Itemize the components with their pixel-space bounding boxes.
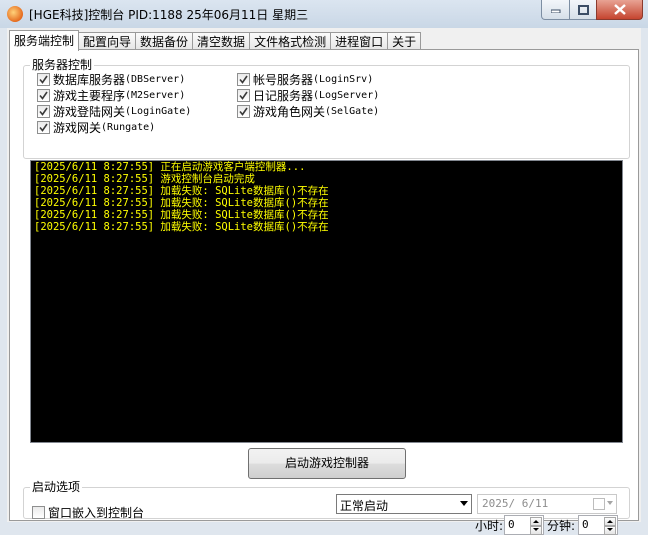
- checkbox-embed-window[interactable]: 窗口嵌入到控制台: [32, 505, 145, 520]
- checkbox-label: 日记服务器: [253, 88, 314, 103]
- checkmark-icon: [239, 91, 248, 100]
- hour-value: 0: [508, 518, 515, 531]
- checkbox-loginsrv[interactable]: 帐号服务器 (LoginSrv): [237, 72, 374, 87]
- checkmark-icon: [39, 91, 48, 100]
- stepper-buttons: [530, 517, 542, 535]
- log-line: [2025/6/11 8:27:55] 加载失败: SQLite数据库()不存在: [34, 209, 329, 221]
- tab-strip: 服务端控制 配置向导 数据备份 清空数据 文件格式检测 进程窗口 关于: [9, 30, 422, 51]
- window-title: [HGE科技]控制台 PID:1188 25年06月11日 星期三: [29, 8, 309, 22]
- checkbox-label: 游戏登陆网关: [53, 104, 126, 119]
- tab-server-control[interactable]: 服务端控制: [9, 30, 80, 51]
- checkmark-icon: [39, 123, 48, 132]
- checkmark-icon: [239, 75, 248, 84]
- log-line: [2025/6/11 8:27:55] 加载失败: SQLite数据库()不存在: [34, 221, 329, 233]
- checkbox-sublabel: (LoginGate): [125, 105, 192, 117]
- stepper-up-icon[interactable]: [530, 517, 542, 526]
- checkbox-sublabel: (LogServer): [313, 89, 380, 101]
- start-mode-select[interactable]: 正常启动: [336, 494, 472, 514]
- client-area: 服务端控制 配置向导 数据备份 清空数据 文件格式检测 进程窗口 关于 服务器控…: [7, 28, 641, 535]
- checkbox-box[interactable]: [37, 104, 50, 118]
- checkbox-box[interactable]: [32, 505, 45, 519]
- start-options-group-title: 启动选项: [30, 480, 83, 494]
- checkbox-sublabel: (Rungate): [101, 121, 156, 133]
- checkbox-rungate[interactable]: 游戏网关 (Rungate): [37, 120, 156, 135]
- app-icon: [7, 6, 23, 22]
- checkbox-label: 游戏主要程序: [53, 88, 126, 103]
- stepper-up-icon[interactable]: [604, 517, 616, 526]
- start-mode-value: 正常启动: [340, 499, 389, 513]
- checkbox-sublabel: (LoginSrv): [313, 73, 374, 85]
- close-icon: [613, 4, 626, 15]
- stepper-buttons: [604, 517, 616, 535]
- minute-label: 分钟:: [547, 519, 576, 533]
- checkbox-label: 游戏角色网关: [253, 104, 326, 119]
- stepper-down-icon[interactable]: [530, 526, 542, 535]
- maximize-icon: [577, 4, 589, 15]
- checkbox-sublabel: (DBServer): [125, 73, 186, 85]
- checkbox-logingate[interactable]: 游戏登陆网关 (LoginGate): [37, 104, 192, 119]
- log-line: [2025/6/11 8:27:55] 加载失败: SQLite数据库()不存在: [34, 185, 329, 197]
- close-button[interactable]: [596, 0, 643, 20]
- checkbox-m2server[interactable]: 游戏主要程序 (M2Server): [37, 88, 186, 103]
- checkbox-sublabel: (M2Server): [125, 89, 186, 101]
- checkbox-box[interactable]: [37, 88, 50, 102]
- checkbox-box[interactable]: [237, 104, 250, 118]
- checkbox-box[interactable]: [37, 120, 50, 134]
- hour-stepper[interactable]: 0: [504, 515, 544, 535]
- log-line: [2025/6/11 8:27:55] 加载失败: SQLite数据库()不存在: [34, 197, 329, 209]
- minute-value: 0: [582, 518, 589, 531]
- log-line: [2025/6/11 8:27:55] 正在启动游戏客户端控制器...: [34, 161, 306, 173]
- checkbox-label: 窗口嵌入到控制台: [48, 505, 145, 520]
- chevron-down-icon: [460, 501, 468, 506]
- date-checkbox[interactable]: [593, 498, 605, 510]
- minute-stepper[interactable]: 0: [578, 515, 618, 535]
- log-output[interactable]: [2025/6/11 8:27:55] 正在启动游戏客户端控制器... [202…: [30, 160, 623, 443]
- chevron-down-icon: [607, 501, 613, 505]
- title-bar[interactable]: [HGE科技]控制台 PID:1188 25年06月11日 星期三: [0, 0, 648, 28]
- checkbox-sublabel: (SelGate): [325, 105, 380, 117]
- start-controller-button[interactable]: 启动游戏控制器: [248, 448, 406, 479]
- checkmark-icon: [239, 107, 248, 116]
- hour-label: 小时:: [475, 519, 504, 533]
- checkbox-logserver[interactable]: 日记服务器 (LogServer): [237, 88, 380, 103]
- checkbox-label: 数据库服务器: [53, 72, 126, 87]
- checkbox-selgate[interactable]: 游戏角色网关 (SelGate): [237, 104, 380, 119]
- date-picker[interactable]: 2025/ 6/11: [477, 494, 617, 514]
- minimize-button[interactable]: [541, 0, 570, 20]
- server-control-panel: 服务器控制 数据库服务器 (DBServer) 游戏主要程序 (M2Server…: [9, 49, 639, 535]
- checkbox-dbserver[interactable]: 数据库服务器 (DBServer): [37, 72, 186, 87]
- checkmark-icon: [39, 107, 48, 116]
- maximize-button[interactable]: [569, 0, 597, 20]
- date-value: 2025/ 6/11: [482, 497, 549, 510]
- checkbox-label: 帐号服务器: [253, 72, 314, 87]
- checkbox-box[interactable]: [237, 88, 250, 102]
- minimize-icon: [550, 9, 560, 13]
- log-line: [2025/6/11 8:27:55] 游戏控制台启动完成: [34, 173, 255, 185]
- checkbox-box[interactable]: [237, 72, 250, 86]
- checkbox-box[interactable]: [37, 72, 50, 86]
- stepper-down-icon[interactable]: [604, 526, 616, 535]
- checkbox-label: 游戏网关: [53, 120, 102, 135]
- checkmark-icon: [39, 75, 48, 84]
